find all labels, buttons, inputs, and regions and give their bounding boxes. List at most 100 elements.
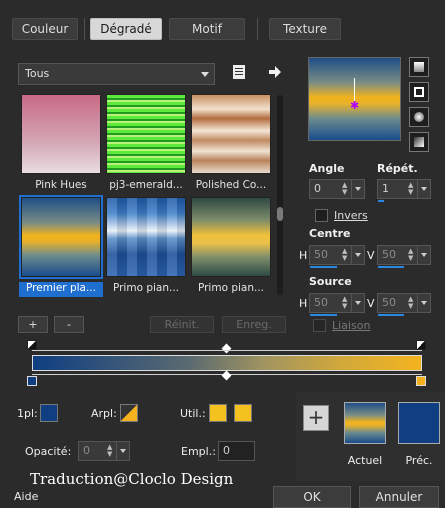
- tab-separator: [257, 18, 258, 40]
- gradient-style-rect-button[interactable]: [409, 82, 429, 102]
- gradient-thumb-selected[interactable]: [19, 195, 103, 279]
- gradient-thumb[interactable]: [191, 197, 271, 277]
- gradient-style-corner-button[interactable]: [409, 132, 429, 152]
- previous-color-swatch[interactable]: [398, 402, 440, 444]
- center-v-spinner[interactable]: 50 ▲ ▼: [377, 245, 431, 268]
- link-checkbox[interactable]: [313, 319, 326, 332]
- opacity-stop-marker[interactable]: [27, 340, 37, 350]
- gradient-style-radial-button[interactable]: [409, 107, 429, 127]
- center-h-level-bar: [310, 266, 337, 268]
- center-label: Centre: [309, 227, 351, 240]
- spin-arrows-icon[interactable]: ▲ ▼: [107, 444, 115, 458]
- opacity-track: [32, 350, 422, 351]
- util-label: Util.:: [180, 407, 206, 420]
- chevron-down-icon[interactable]: [351, 246, 364, 264]
- category-dropdown[interactable]: Tous: [18, 63, 215, 85]
- source-h-label: H: [299, 297, 308, 310]
- arrow-right-icon[interactable]: [266, 64, 282, 80]
- current-gradient-swatch[interactable]: [344, 402, 386, 444]
- previous-label: Préc.: [405, 454, 433, 467]
- source-v-spinner[interactable]: 50 ▲ ▼: [377, 293, 431, 316]
- scrollbar-thumb[interactable]: [277, 207, 283, 221]
- empl-input[interactable]: 0: [218, 441, 255, 461]
- opacity-midpoint-marker[interactable]: [221, 343, 232, 354]
- center-h-value: 50: [314, 248, 328, 261]
- chevron-down-icon: [201, 72, 209, 77]
- angle-value: 0: [314, 182, 321, 195]
- spin-arrows-icon[interactable]: ▲ ▼: [342, 182, 350, 196]
- util-color-swatch[interactable]: [209, 404, 227, 422]
- chevron-down-icon[interactable]: [351, 294, 364, 312]
- gradient-thumb-label: pj3-emerald...: [109, 179, 183, 191]
- gradient-gallery: Pink Hues pj3-emerald... Polished Co... …: [18, 92, 273, 298]
- spin-arrows-icon[interactable]: ▲ ▼: [408, 296, 416, 310]
- repeat-value: 1: [382, 182, 389, 195]
- chevron-down-icon[interactable]: [351, 180, 364, 198]
- source-v-label: V: [367, 297, 375, 310]
- gradient-thumb-label: Primo pian...: [112, 282, 180, 294]
- util-color-swatch-2[interactable]: [234, 404, 252, 422]
- pl-color-swatch[interactable]: [40, 404, 58, 422]
- repeat-spinner[interactable]: 1 ▲ ▼: [377, 179, 431, 202]
- add-swatch-button[interactable]: +: [303, 405, 329, 431]
- opacity-label: Opacité:: [25, 445, 72, 458]
- angle-spinner[interactable]: 0 ▲ ▼: [309, 179, 365, 199]
- chevron-down-icon[interactable]: [417, 180, 430, 198]
- arpl-label: Arpl:: [91, 407, 117, 420]
- source-h-level-bar: [310, 314, 337, 316]
- opacity-spinner[interactable]: 0 ▲ ▼: [78, 441, 130, 461]
- remove-preset-button[interactable]: -: [54, 316, 84, 333]
- help-link[interactable]: Aide: [14, 490, 38, 503]
- spin-arrows-icon[interactable]: ▲ ▼: [342, 248, 350, 262]
- ok-button[interactable]: OK: [273, 486, 351, 508]
- source-v-value: 50: [382, 296, 396, 309]
- gradient-style-linear-button[interactable]: [409, 57, 429, 77]
- spin-arrows-icon[interactable]: ▲ ▼: [408, 182, 416, 196]
- gradient-color-bar[interactable]: [32, 355, 422, 371]
- center-v-label: V: [367, 249, 375, 262]
- spin-arrows-icon[interactable]: ▲ ▼: [342, 296, 350, 310]
- gradient-thumb-label: Premier pla...: [19, 282, 103, 297]
- spin-arrows-icon[interactable]: ▲ ▼: [408, 248, 416, 262]
- gradient-thumb-label: Polished Co...: [195, 179, 267, 191]
- save-preset-button[interactable]: Enreg.: [222, 316, 286, 333]
- invert-label: Invers: [334, 209, 368, 222]
- arpl-color-swatch[interactable]: [120, 404, 138, 422]
- opacity-stop-marker[interactable]: [416, 340, 426, 350]
- center-marker-icon[interactable]: ✱: [350, 100, 359, 111]
- color-midpoint-marker[interactable]: [221, 370, 232, 381]
- source-label: Source: [309, 275, 352, 288]
- link-label: Liaison: [332, 319, 371, 332]
- cancel-button[interactable]: Annuler: [359, 486, 439, 508]
- source-h-spinner[interactable]: 50 ▲ ▼: [309, 293, 365, 316]
- chevron-down-icon[interactable]: [116, 442, 129, 460]
- gallery-scrollbar[interactable]: [277, 95, 283, 295]
- gradient-preview[interactable]: ✱: [308, 57, 401, 141]
- chevron-down-icon[interactable]: [417, 246, 430, 264]
- add-preset-button[interactable]: +: [18, 316, 48, 333]
- tab-motif[interactable]: Motif: [169, 18, 245, 40]
- repeat-label: Répét.: [377, 162, 418, 175]
- opacity-value: 0: [83, 444, 90, 457]
- tab-texture[interactable]: Texture: [269, 18, 341, 40]
- gradient-thumb[interactable]: [191, 94, 271, 174]
- center-h-spinner[interactable]: 50 ▲ ▼: [309, 245, 365, 268]
- gradient-thumb-label: Primo pian...: [197, 282, 265, 294]
- chevron-down-icon[interactable]: [417, 294, 430, 312]
- tab-couleur[interactable]: Couleur: [12, 18, 78, 40]
- color-stop-marker[interactable]: [416, 376, 426, 386]
- angle-label: Angle: [309, 162, 345, 175]
- reset-button[interactable]: Réinit.: [150, 316, 214, 333]
- color-stop-marker[interactable]: [27, 376, 37, 386]
- gradient-thumb[interactable]: [106, 94, 186, 174]
- category-dropdown-value: Tous: [25, 67, 50, 80]
- tab-separator: [84, 18, 85, 40]
- empl-value: 0: [223, 444, 230, 457]
- library-icon[interactable]: [231, 64, 247, 80]
- invert-checkbox[interactable]: [315, 209, 328, 222]
- gradient-thumb[interactable]: [106, 197, 186, 277]
- source-h-value: 50: [314, 296, 328, 309]
- current-label: Actuel: [347, 454, 383, 467]
- tab-degrade[interactable]: Dégradé: [90, 18, 162, 40]
- gradient-thumb[interactable]: [21, 94, 101, 174]
